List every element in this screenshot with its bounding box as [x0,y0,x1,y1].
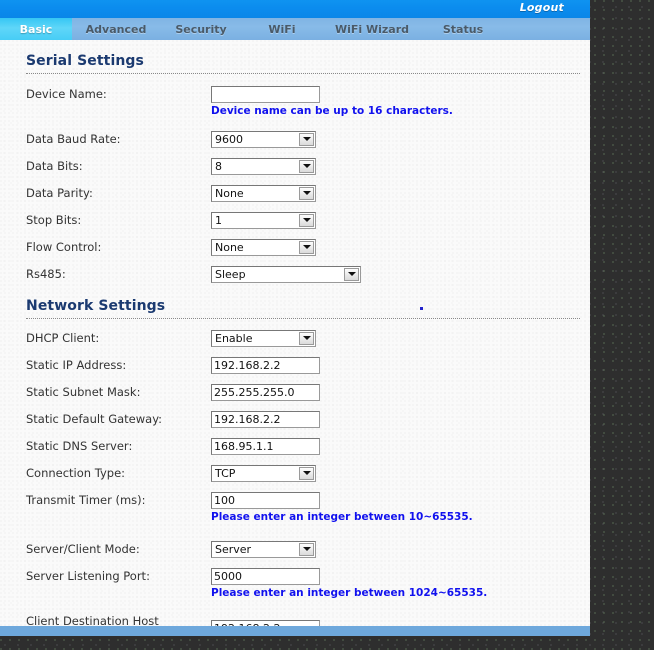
row-connection-type: Connection Type: TCP [0,462,590,484]
data-baud-rate-select[interactable]: 9600 [211,130,316,148]
row-static-gateway: Static Default Gateway: [0,408,590,430]
static-dns-label: Static DNS Server: [26,439,133,453]
chevron-down-icon [344,267,359,281]
row-data-baud-rate: Data Baud Rate: 9600 [0,128,590,150]
device-name-hint: Device name can be up to 16 characters. [211,105,453,117]
stop-bits-label: Stop Bits: [26,213,82,227]
row-transmit-timer: Transmit Timer (ms): [0,489,590,511]
tab-advanced[interactable]: Advanced [72,18,160,40]
row-flow-control: Flow Control: None [0,236,590,258]
static-ip-label: Static IP Address: [26,358,127,372]
page-content: Serial Settings Device Name: Device name… [0,40,590,636]
static-gateway-label: Static Default Gateway: [26,412,163,426]
row-static-dns: Static DNS Server: [0,435,590,457]
connection-type-label: Connection Type: [26,466,126,480]
server-listening-port-hint: Please enter an integer between 1024~655… [211,587,488,599]
row-data-bits: Data Bits: 8 [0,155,590,177]
stop-bits-select[interactable]: 1 [211,211,316,229]
static-dns-input[interactable] [211,437,320,455]
tab-basic[interactable]: Basic [0,18,72,40]
chevron-down-icon [299,240,314,254]
flow-control-select[interactable]: None [211,238,316,256]
network-settings-heading: Network Settings [26,298,166,314]
server-client-mode-select[interactable]: Server [211,540,316,558]
data-parity-label: Data Parity: [26,186,93,200]
transmit-timer-input[interactable] [211,491,320,509]
static-ip-input[interactable] [211,356,320,374]
flow-control-label: Flow Control: [26,240,102,254]
chevron-down-icon [299,466,314,480]
connection-type-select[interactable]: TCP [211,464,316,482]
row-device-name: Device Name: [0,83,590,105]
row-rs485: Rs485: Sleep [0,263,590,285]
tab-bar: Basic Advanced Security WiFi WiFi Wizard… [0,18,590,40]
data-bits-select[interactable]: 8 [211,157,316,175]
tab-status[interactable]: Status [422,18,504,40]
server-client-mode-label: Server/Client Mode: [26,542,140,556]
dhcp-client-select[interactable]: Enable [211,329,316,347]
row-server-client-mode: Server/Client Mode: Server [0,538,590,560]
row-static-ip: Static IP Address: [0,354,590,376]
static-gateway-input[interactable] [211,410,320,428]
row-data-parity: Data Parity: None [0,182,590,204]
rs485-select[interactable]: Sleep [211,265,361,283]
data-baud-rate-label: Data Baud Rate: [26,132,121,146]
row-server-listening-port: Server Listening Port: [0,565,590,587]
chevron-down-icon [299,132,314,146]
tab-wifi[interactable]: WiFi [242,18,322,40]
logout-link[interactable]: Logout [520,1,564,14]
data-bits-label: Data Bits: [26,159,83,173]
row-stop-bits: Stop Bits: 1 [0,209,590,231]
dhcp-client-label: DHCP Client: [26,331,100,345]
blue-dot-marker [420,307,423,310]
device-name-input[interactable] [211,85,320,103]
serial-settings-heading: Serial Settings [26,53,144,69]
static-subnet-input[interactable] [211,383,320,401]
transmit-timer-hint: Please enter an integer between 10~65535… [211,511,473,523]
rs485-label: Rs485: [26,267,66,281]
chevron-down-icon [299,213,314,227]
server-listening-port-label: Server Listening Port: [26,569,150,583]
row-static-subnet: Static Subnet Mask: [0,381,590,403]
transmit-timer-label: Transmit Timer (ms): [26,493,146,507]
chevron-down-icon [299,331,314,345]
chevron-down-icon [299,186,314,200]
router-config-page: Logout Basic Advanced Security WiFi WiFi… [0,0,590,636]
rs485-value: Sleep [215,267,246,281]
row-dhcp-client: DHCP Client: Enable [0,327,590,349]
chevron-down-icon [299,159,314,173]
tab-security[interactable]: Security [160,18,242,40]
data-parity-select[interactable]: None [211,184,316,202]
static-subnet-label: Static Subnet Mask: [26,385,141,399]
server-listening-port-input[interactable] [211,567,320,585]
top-bar: Logout [0,0,590,18]
tab-wifi-wizard[interactable]: WiFi Wizard [322,18,422,40]
chevron-down-icon [299,542,314,556]
footer-bar [0,626,590,636]
device-name-label: Device Name: [26,87,107,101]
